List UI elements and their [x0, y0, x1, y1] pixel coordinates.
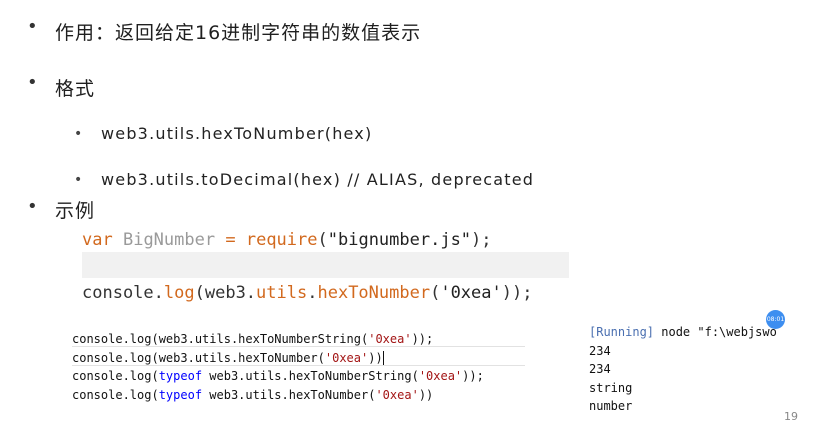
output-line: 234 [589, 343, 611, 358]
snippet-text: console.log( [72, 369, 159, 383]
example-heading: 示例 [55, 200, 96, 222]
snippet-text: console.log(web3.utils.hexToNumber( [72, 350, 325, 365]
output-line: 234 [589, 362, 611, 376]
sub-bullet-icon: • [74, 172, 83, 188]
code-line-log: console.log(web3.utils.hexToNumber('0xea… [82, 283, 532, 303]
running-label: [Running] [589, 325, 655, 339]
bullet-icon: • [27, 16, 38, 37]
snippet-string: '0xea' [375, 387, 419, 402]
code-string: "bignumber.js" [327, 230, 472, 250]
code-operator: = [225, 230, 236, 250]
code-keyword: var [82, 230, 113, 250]
sub-bullet-icon: • [74, 126, 83, 142]
code-string: '0xea' [440, 283, 502, 303]
snippet-text: )) [418, 387, 434, 402]
code-punct: ( [430, 283, 441, 303]
code-identifier: BigNumber [122, 230, 216, 250]
output-line: string [589, 380, 633, 395]
snippet-text: web3.utils.hexToNumber( [202, 387, 376, 402]
page-number: 19 [784, 410, 798, 423]
text-cursor [382, 351, 384, 365]
snippet-text: web3.utils.hexToNumberString( [202, 369, 419, 383]
snippet-line: console.log(web3.utils.hexToNumberString… [72, 330, 484, 349]
snippet-string: '0xea' [324, 350, 369, 365]
snippet-keyword: typeof [158, 387, 203, 402]
snippet-text: )); [411, 332, 434, 346]
snippet-line: console.log(typeof web3.utils.hexToNumbe… [72, 367, 484, 386]
code-function: require [245, 230, 318, 250]
snippet-text: )) [368, 350, 383, 365]
snippet-keyword: typeof [158, 369, 203, 383]
snippet-line: console.log(web3.utils.hexToNumber('0xea… [72, 349, 484, 368]
code-punct: ( [317, 230, 328, 250]
code-method: log [163, 283, 195, 303]
format-item-todecimal: web3.utils.toDecimal(hex) // ALIAS, depr… [101, 170, 535, 189]
output-command: node "f:\webjswo [654, 325, 777, 339]
example-code-block: var BigNumber = require("bignumber.js");… [82, 226, 569, 312]
snippet-text: console.log(web3.utils.hexToNumberString… [72, 332, 369, 346]
bullet-icon: • [27, 72, 38, 93]
snippet-line: console.log(typeof web3.utils.hexToNumbe… [72, 386, 484, 405]
output-panel: [Running] node "f:\webjswo 234 234 strin… [589, 323, 777, 416]
editor-snippet[interactable]: console.log( web3.utils.hexToNumberString… [72, 330, 484, 404]
code-punct: )); [501, 283, 533, 303]
code-punct: . [153, 283, 164, 303]
code-punct: . [307, 283, 318, 303]
snippet-string: '0xea' [418, 369, 463, 383]
code-punct: ); [471, 230, 492, 250]
format-item-hextonumber: web3.utils.hexToNumber(hex) [101, 124, 373, 143]
bullet-icon: • [27, 196, 38, 217]
snippet-text: console.log( [72, 387, 159, 402]
purpose-heading: 作用：返回给定16进制字符串的数值表示 [55, 22, 422, 44]
code-property: utils [256, 283, 308, 303]
output-line: number [589, 399, 633, 413]
snippet-string: '0xea' [368, 332, 412, 346]
code-punct: (web3. [194, 283, 257, 303]
timer-badge: 08:01 [766, 310, 785, 329]
snippet-text: )); [462, 369, 484, 383]
code-object: console [82, 283, 154, 303]
output-running-line: [Running] node "f:\webjswo [589, 323, 777, 342]
format-heading: 格式 [55, 78, 96, 100]
code-line-require: var BigNumber = require("bignumber.js"); [82, 230, 492, 250]
code-function: hexToNumber [317, 283, 431, 303]
code-blank-line [82, 252, 569, 278]
